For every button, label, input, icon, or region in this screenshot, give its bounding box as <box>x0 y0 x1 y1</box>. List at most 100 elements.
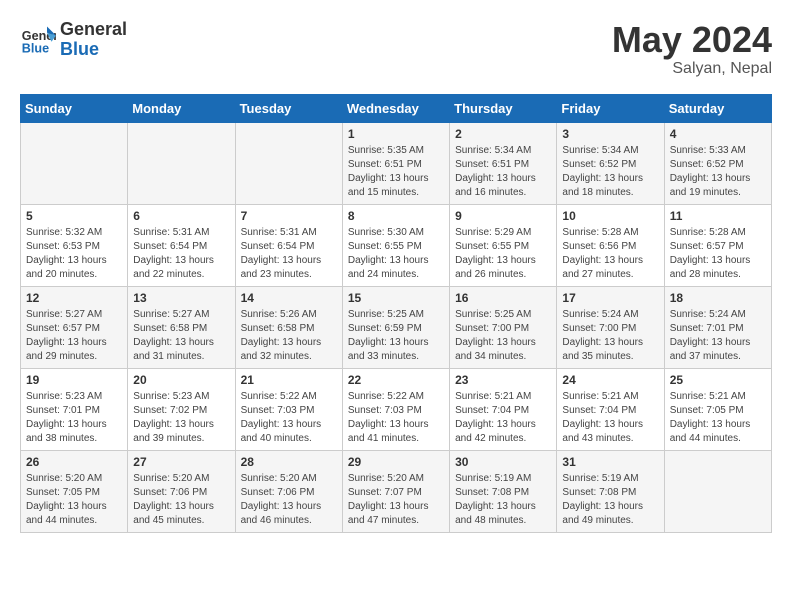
day-info: Sunrise: 5:21 AM Sunset: 7:04 PM Dayligh… <box>562 390 658 446</box>
day-info: Sunrise: 5:35 AM Sunset: 6:51 PM Dayligh… <box>348 144 444 200</box>
day-number: 9 <box>455 209 551 223</box>
day-info: Sunrise: 5:21 AM Sunset: 7:05 PM Dayligh… <box>670 390 766 446</box>
header-monday: Monday <box>128 94 235 122</box>
logo-general: General <box>60 20 127 40</box>
header-sunday: Sunday <box>21 94 128 122</box>
header-wednesday: Wednesday <box>342 94 449 122</box>
calendar-table: SundayMondayTuesdayWednesdayThursdayFrid… <box>20 94 772 533</box>
header-tuesday: Tuesday <box>235 94 342 122</box>
calendar-cell: 12Sunrise: 5:27 AM Sunset: 6:57 PM Dayli… <box>21 286 128 368</box>
day-number: 11 <box>670 209 766 223</box>
day-number: 23 <box>455 373 551 387</box>
day-info: Sunrise: 5:29 AM Sunset: 6:55 PM Dayligh… <box>455 226 551 282</box>
calendar-cell: 15Sunrise: 5:25 AM Sunset: 6:59 PM Dayli… <box>342 286 449 368</box>
day-number: 21 <box>241 373 337 387</box>
week-row-2: 5Sunrise: 5:32 AM Sunset: 6:53 PM Daylig… <box>21 204 772 286</box>
calendar-cell <box>235 122 342 204</box>
calendar-cell: 30Sunrise: 5:19 AM Sunset: 7:08 PM Dayli… <box>450 450 557 532</box>
day-info: Sunrise: 5:34 AM Sunset: 6:51 PM Dayligh… <box>455 144 551 200</box>
logo-icon: General Blue <box>20 22 56 58</box>
day-number: 19 <box>26 373 122 387</box>
day-number: 10 <box>562 209 658 223</box>
week-row-3: 12Sunrise: 5:27 AM Sunset: 6:57 PM Dayli… <box>21 286 772 368</box>
day-info: Sunrise: 5:23 AM Sunset: 7:01 PM Dayligh… <box>26 390 122 446</box>
calendar-cell: 18 Sunrise: 5:24 AM Sunset: 7:01 PM Dayli… <box>664 286 771 368</box>
calendar-cell: 5Sunrise: 5:32 AM Sunset: 6:53 PM Daylig… <box>21 204 128 286</box>
day-number: 31 <box>562 455 658 469</box>
logo-blue: Blue <box>60 40 127 60</box>
week-row-1: 1 Sunrise: 5:35 AM Sunset: 6:51 PM Daylig… <box>21 122 772 204</box>
day-number: 29 <box>348 455 444 469</box>
calendar-cell: 14Sunrise: 5:26 AM Sunset: 6:58 PM Dayli… <box>235 286 342 368</box>
day-info: Sunrise: 5:26 AM Sunset: 6:58 PM Dayligh… <box>241 308 337 364</box>
day-info: Sunrise: 5:34 AM Sunset: 6:52 PM Dayligh… <box>562 144 658 200</box>
day-number: 2 <box>455 127 551 141</box>
day-number: 1 <box>348 127 444 141</box>
day-info: Sunrise: 5:20 AM Sunset: 7:06 PM Dayligh… <box>241 472 337 528</box>
calendar-cell: 29 Sunrise: 5:20 AM Sunset: 7:07 PM Dayli… <box>342 450 449 532</box>
calendar-cell: 19 Sunrise: 5:23 AM Sunset: 7:01 PM Dayli… <box>21 368 128 450</box>
day-info: Sunrise: 5:28 AM Sunset: 6:56 PM Dayligh… <box>562 226 658 282</box>
day-number: 26 <box>26 455 122 469</box>
day-info: Sunrise: 5:33 AM Sunset: 6:52 PM Dayligh… <box>670 144 766 200</box>
calendar-cell: 9 Sunrise: 5:29 AM Sunset: 6:55 PM Daylig… <box>450 204 557 286</box>
day-info: Sunrise: 5:31 AM Sunset: 6:54 PM Dayligh… <box>133 226 229 282</box>
calendar-cell: 16 Sunrise: 5:25 AM Sunset: 7:00 PM Dayli… <box>450 286 557 368</box>
calendar-cell <box>21 122 128 204</box>
calendar-cell: 31 Sunrise: 5:19 AM Sunset: 7:08 PM Dayli… <box>557 450 664 532</box>
day-number: 20 <box>133 373 229 387</box>
calendar-cell <box>128 122 235 204</box>
day-info: Sunrise: 5:24 AM Sunset: 7:01 PM Dayligh… <box>670 308 766 364</box>
header-friday: Friday <box>557 94 664 122</box>
day-number: 3 <box>562 127 658 141</box>
day-number: 16 <box>455 291 551 305</box>
calendar-cell: 24 Sunrise: 5:21 AM Sunset: 7:04 PM Dayli… <box>557 368 664 450</box>
day-info: Sunrise: 5:20 AM Sunset: 7:06 PM Dayligh… <box>133 472 229 528</box>
day-number: 8 <box>348 209 444 223</box>
day-info: Sunrise: 5:30 AM Sunset: 6:55 PM Dayligh… <box>348 226 444 282</box>
page-header: General Blue General Blue May 2024 Salya… <box>20 20 772 78</box>
day-number: 18 <box>670 291 766 305</box>
day-info: Sunrise: 5:22 AM Sunset: 7:03 PM Dayligh… <box>241 390 337 446</box>
day-number: 30 <box>455 455 551 469</box>
day-info: Sunrise: 5:20 AM Sunset: 7:07 PM Dayligh… <box>348 472 444 528</box>
weekday-header-row: SundayMondayTuesdayWednesdayThursdayFrid… <box>21 94 772 122</box>
day-info: Sunrise: 5:21 AM Sunset: 7:04 PM Dayligh… <box>455 390 551 446</box>
day-number: 22 <box>348 373 444 387</box>
logo: General Blue General Blue <box>20 20 127 60</box>
calendar-cell <box>664 450 771 532</box>
calendar-cell: 17 Sunrise: 5:24 AM Sunset: 7:00 PM Dayli… <box>557 286 664 368</box>
day-info: Sunrise: 5:20 AM Sunset: 7:05 PM Dayligh… <box>26 472 122 528</box>
calendar-cell: 2 Sunrise: 5:34 AM Sunset: 6:51 PM Daylig… <box>450 122 557 204</box>
calendar-cell: 3 Sunrise: 5:34 AM Sunset: 6:52 PM Daylig… <box>557 122 664 204</box>
calendar-cell: 22Sunrise: 5:22 AM Sunset: 7:03 PM Dayli… <box>342 368 449 450</box>
day-info: Sunrise: 5:25 AM Sunset: 7:00 PM Dayligh… <box>455 308 551 364</box>
month-title: May 2024 <box>612 20 772 60</box>
calendar-cell: 6 Sunrise: 5:31 AM Sunset: 6:54 PM Daylig… <box>128 204 235 286</box>
day-info: Sunrise: 5:32 AM Sunset: 6:53 PM Dayligh… <box>26 226 122 282</box>
calendar-cell: 21 Sunrise: 5:22 AM Sunset: 7:03 PM Dayli… <box>235 368 342 450</box>
day-number: 6 <box>133 209 229 223</box>
calendar-cell: 10 Sunrise: 5:28 AM Sunset: 6:56 PM Dayli… <box>557 204 664 286</box>
day-number: 28 <box>241 455 337 469</box>
calendar-cell: 11Sunrise: 5:28 AM Sunset: 6:57 PM Dayli… <box>664 204 771 286</box>
title-block: May 2024 Salyan, Nepal <box>612 20 772 78</box>
day-info: Sunrise: 5:19 AM Sunset: 7:08 PM Dayligh… <box>562 472 658 528</box>
day-number: 27 <box>133 455 229 469</box>
day-info: Sunrise: 5:24 AM Sunset: 7:00 PM Dayligh… <box>562 308 658 364</box>
location: Salyan, Nepal <box>612 60 772 78</box>
day-number: 15 <box>348 291 444 305</box>
week-row-5: 26 Sunrise: 5:20 AM Sunset: 7:05 PM Dayli… <box>21 450 772 532</box>
day-info: Sunrise: 5:27 AM Sunset: 6:58 PM Dayligh… <box>133 308 229 364</box>
day-number: 17 <box>562 291 658 305</box>
calendar-cell: 1 Sunrise: 5:35 AM Sunset: 6:51 PM Daylig… <box>342 122 449 204</box>
day-number: 24 <box>562 373 658 387</box>
day-info: Sunrise: 5:23 AM Sunset: 7:02 PM Dayligh… <box>133 390 229 446</box>
day-number: 25 <box>670 373 766 387</box>
calendar-cell: 13Sunrise: 5:27 AM Sunset: 6:58 PM Dayli… <box>128 286 235 368</box>
calendar-cell: 4Sunrise: 5:33 AM Sunset: 6:52 PM Daylig… <box>664 122 771 204</box>
day-info: Sunrise: 5:31 AM Sunset: 6:54 PM Dayligh… <box>241 226 337 282</box>
calendar-cell: 20 Sunrise: 5:23 AM Sunset: 7:02 PM Dayli… <box>128 368 235 450</box>
calendar-cell: 25 Sunrise: 5:21 AM Sunset: 7:05 PM Dayli… <box>664 368 771 450</box>
day-number: 12 <box>26 291 122 305</box>
